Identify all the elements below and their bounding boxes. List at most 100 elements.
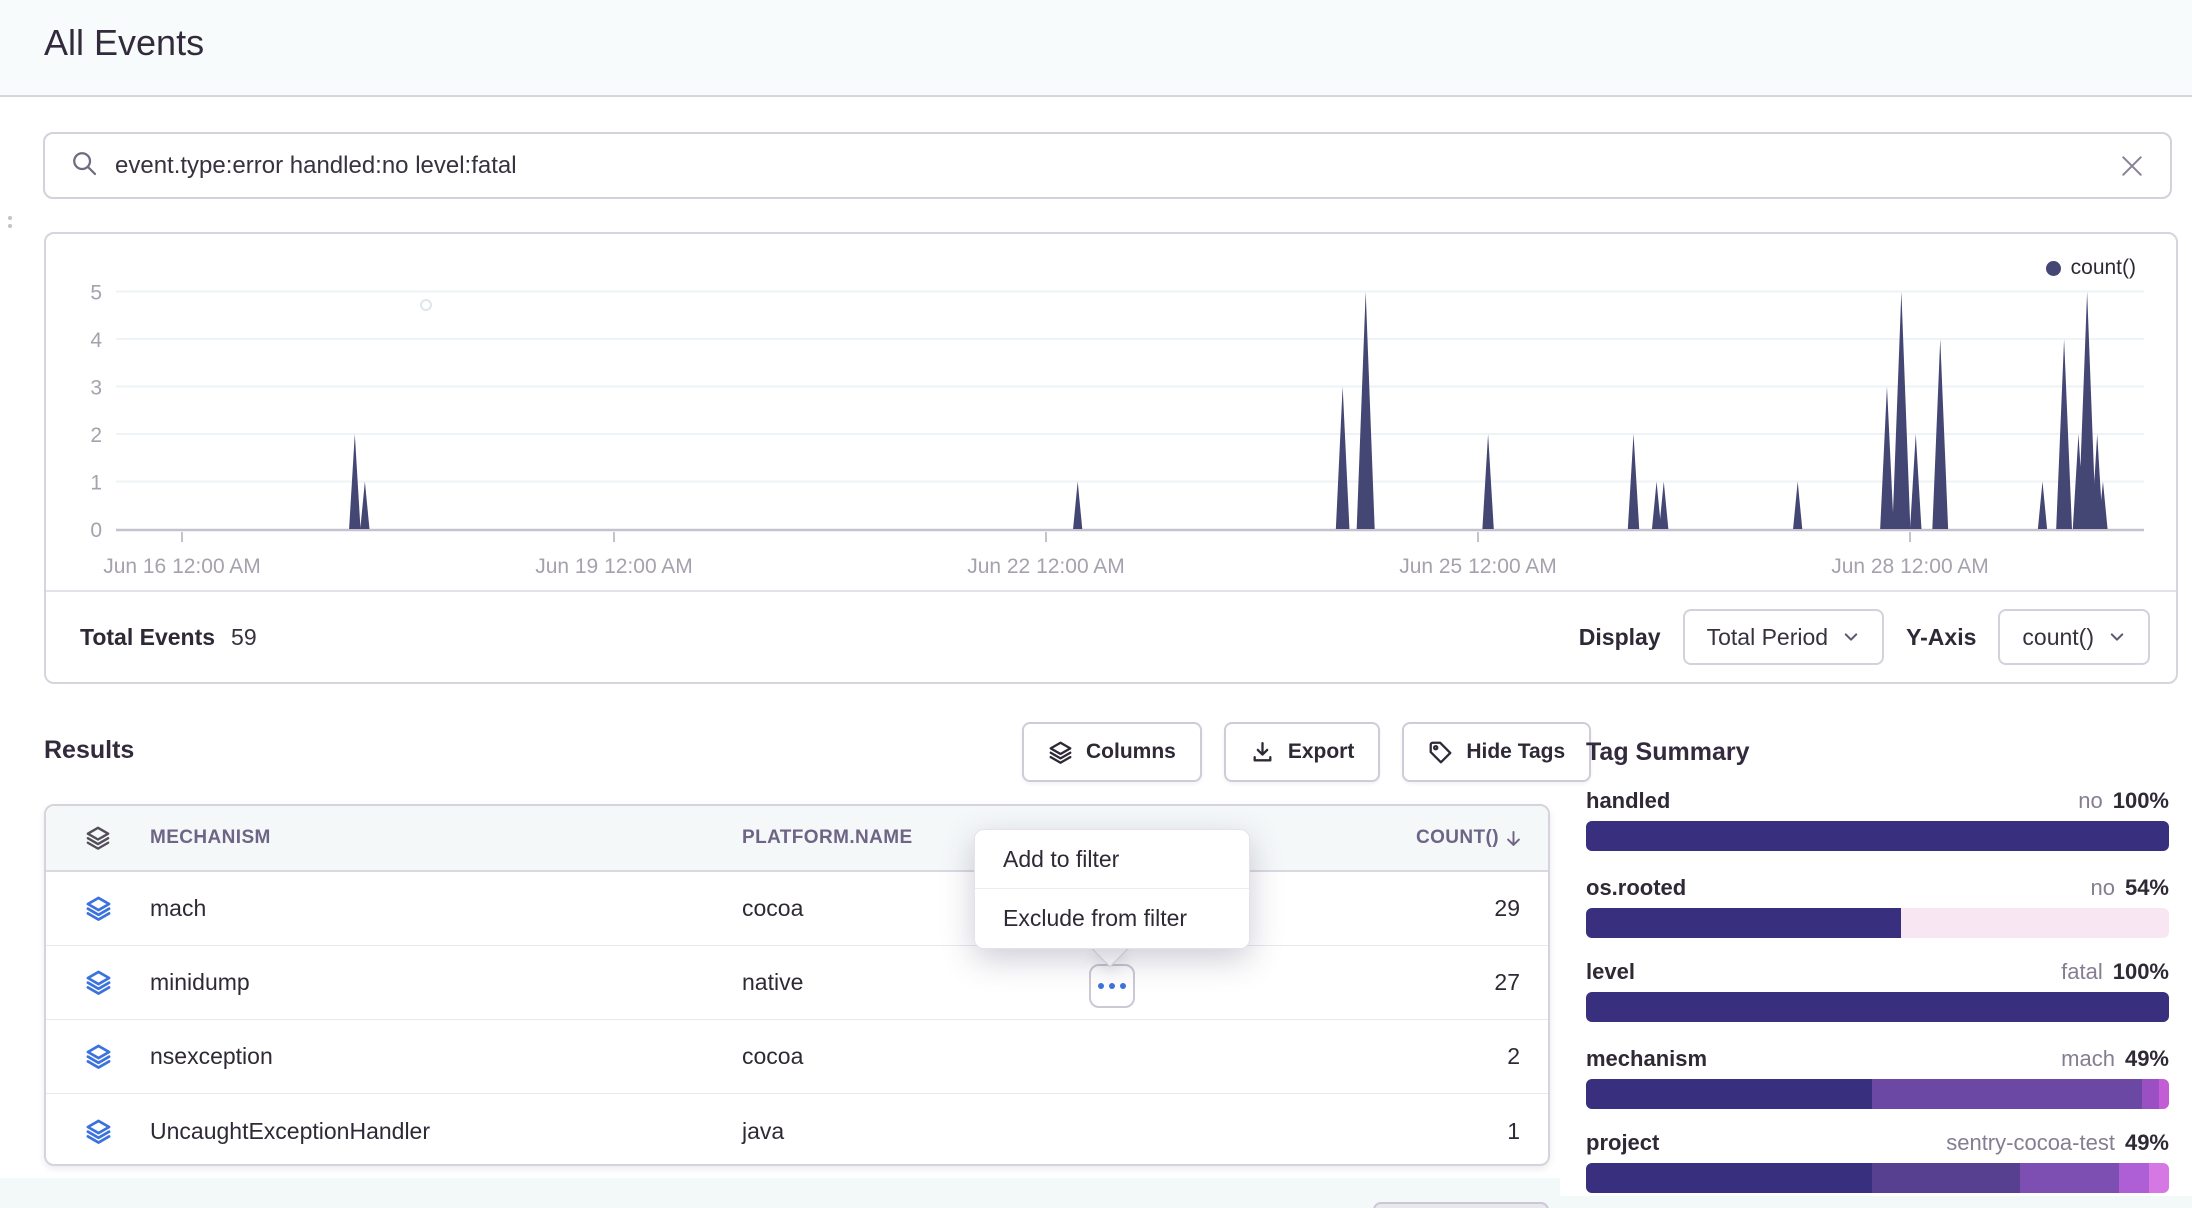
chart-legend[interactable]: count(): [2046, 256, 2136, 280]
export-button[interactable]: Export: [1224, 722, 1381, 782]
tag-distribution-bar[interactable]: [1586, 1079, 2169, 1109]
tag-bar-segment[interactable]: [1901, 908, 2169, 938]
cell-count[interactable]: 27: [1242, 969, 1548, 996]
chevron-down-icon: [2108, 628, 2126, 646]
table-header-row: MECHANISM PLATFORM.NAME COUNT(): [46, 806, 1548, 872]
yaxis-dropdown-value: count(): [2022, 624, 2094, 651]
tag-bar-segment[interactable]: [1872, 1163, 2021, 1193]
table-row[interactable]: nsexceptioncocoa2: [46, 1020, 1548, 1094]
tag-summary-heading: Tag Summary: [1586, 738, 1749, 767]
layers-icon: [85, 895, 112, 922]
tag-top-value: fatal: [2061, 959, 2103, 984]
cell-count[interactable]: 29: [1242, 895, 1548, 922]
chart-spike[interactable]: [1652, 482, 1661, 530]
tag-bar-segment[interactable]: [2149, 1163, 2169, 1193]
display-label: Display: [1579, 624, 1661, 651]
tag-icon: [1428, 740, 1453, 765]
chart-spike[interactable]: [1892, 292, 1910, 530]
pagination-button[interactable]: [1373, 1202, 1549, 1208]
hide-tags-button-label: Hide Tags: [1466, 740, 1565, 764]
layers-icon: [85, 969, 112, 996]
menu-item-add-to-filter[interactable]: Add to filter: [975, 830, 1249, 889]
layers-icon: [1048, 740, 1073, 765]
tag-distribution-bar[interactable]: [1586, 992, 2169, 1022]
tag-bar-segment[interactable]: [1586, 908, 1901, 938]
tag-summary-entry: os.rootedno54%: [1586, 875, 2169, 938]
cell-mechanism[interactable]: UncaughtExceptionHandler: [150, 1118, 742, 1145]
tag-bar-segment[interactable]: [2142, 1079, 2159, 1109]
cell-mechanism[interactable]: minidump: [150, 969, 742, 996]
results-toolbar: Columns Export Hide Tags: [1022, 722, 1591, 782]
table-row[interactable]: machcocoa29: [46, 872, 1548, 946]
cell-mechanism[interactable]: nsexception: [150, 1043, 742, 1070]
chart-spike[interactable]: [2038, 482, 2047, 530]
search-bar[interactable]: event.type:error handled:no level:fatal: [43, 132, 2172, 199]
cell-mechanism[interactable]: mach: [150, 895, 742, 922]
tag-name: handled: [1586, 788, 1670, 814]
chart-spike[interactable]: [1336, 387, 1350, 530]
chart-spike[interactable]: [1073, 482, 1082, 530]
tag-distribution-bar[interactable]: [1586, 821, 2169, 851]
tag-bar-segment[interactable]: [1872, 1079, 2143, 1109]
tag-name: project: [1586, 1130, 1659, 1156]
context-menu: Add to filterExclude from filter: [974, 829, 1250, 949]
column-header-count[interactable]: COUNT(): [1242, 827, 1548, 850]
chart-stray-marker-icon: [421, 300, 431, 310]
tag-bar-segment[interactable]: [1586, 1079, 1872, 1109]
chart-spike[interactable]: [2078, 292, 2096, 530]
edit-columns-layers-icon[interactable]: [46, 825, 150, 851]
hide-tags-button[interactable]: Hide Tags: [1402, 722, 1591, 782]
columns-button[interactable]: Columns: [1022, 722, 1202, 782]
table-row[interactable]: minidumpnative27: [46, 946, 1548, 1020]
x-axis-tick-label: Jun 22 12:00 AM: [967, 555, 1125, 578]
y-axis-tick-label: 4: [90, 329, 102, 352]
column-header-mechanism[interactable]: MECHANISM: [150, 827, 742, 849]
tag-bar-segment[interactable]: [2020, 1163, 2119, 1193]
cell-count[interactable]: 2: [1242, 1043, 1548, 1070]
display-dropdown-value: Total Period: [1707, 624, 1828, 651]
tag-bar-segment[interactable]: [2119, 1163, 2148, 1193]
columns-button-label: Columns: [1086, 740, 1176, 764]
legend-dot-icon: [2046, 261, 2061, 276]
events-chart[interactable]: 012345Jun 16 12:00 AMJun 19 12:00 AMJun …: [46, 234, 2176, 596]
chart-spike[interactable]: [1357, 292, 1375, 530]
export-button-label: Export: [1288, 740, 1355, 764]
chart-spike[interactable]: [360, 482, 369, 530]
row-layers-icon[interactable]: [46, 1043, 150, 1070]
row-layers-icon[interactable]: [46, 969, 150, 996]
tag-summary-entry: projectsentry-cocoa-test49%: [1586, 1130, 2169, 1193]
tag-top-percent: 49%: [2125, 1046, 2169, 1071]
sort-desc-arrow-icon: [1503, 827, 1524, 850]
tag-bar-segment[interactable]: [1586, 1163, 1872, 1193]
cell-platform-name[interactable]: native: [742, 969, 1242, 996]
tag-bar-segment[interactable]: [1586, 821, 2169, 851]
display-dropdown[interactable]: Total Period: [1683, 609, 1884, 665]
x-axis-tick-label: Jun 28 12:00 AM: [1831, 555, 1989, 578]
yaxis-dropdown[interactable]: count(): [1998, 609, 2150, 665]
tag-name: os.rooted: [1586, 875, 1686, 901]
tag-top-percent: 100%: [2113, 959, 2169, 984]
tag-distribution-bar[interactable]: [1586, 908, 2169, 938]
clear-search-icon[interactable]: [2118, 152, 2146, 180]
table-row[interactable]: UncaughtExceptionHandlerjava1: [46, 1094, 1548, 1166]
chart-spike[interactable]: [1659, 482, 1668, 530]
tag-bar-segment[interactable]: [2159, 1079, 2169, 1109]
chart-spike[interactable]: [1880, 387, 1894, 530]
row-actions-button[interactable]: [1089, 964, 1135, 1008]
menu-item-exclude-from-filter[interactable]: Exclude from filter: [975, 889, 1249, 948]
cell-platform-name[interactable]: java: [742, 1118, 1242, 1145]
row-layers-icon[interactable]: [46, 1118, 150, 1145]
tag-distribution-bar[interactable]: [1586, 1163, 2169, 1193]
layers-icon: [85, 1118, 112, 1145]
cell-platform-name[interactable]: cocoa: [742, 1043, 1242, 1070]
row-layers-icon[interactable]: [46, 895, 150, 922]
search-input[interactable]: event.type:error handled:no level:fatal: [115, 152, 517, 180]
tag-bar-segment[interactable]: [1586, 992, 2169, 1022]
layers-icon: [85, 1043, 112, 1070]
events-chart-panel: 012345Jun 16 12:00 AMJun 19 12:00 AMJun …: [44, 232, 2178, 684]
chart-spike[interactable]: [1793, 482, 1802, 530]
cell-count[interactable]: 1: [1242, 1118, 1548, 1145]
tag-summary-entry: mechanismmach49%: [1586, 1046, 2169, 1109]
results-table: MECHANISM PLATFORM.NAME COUNT() machcoco…: [44, 804, 1550, 1166]
y-axis-tick-label: 5: [90, 282, 102, 305]
